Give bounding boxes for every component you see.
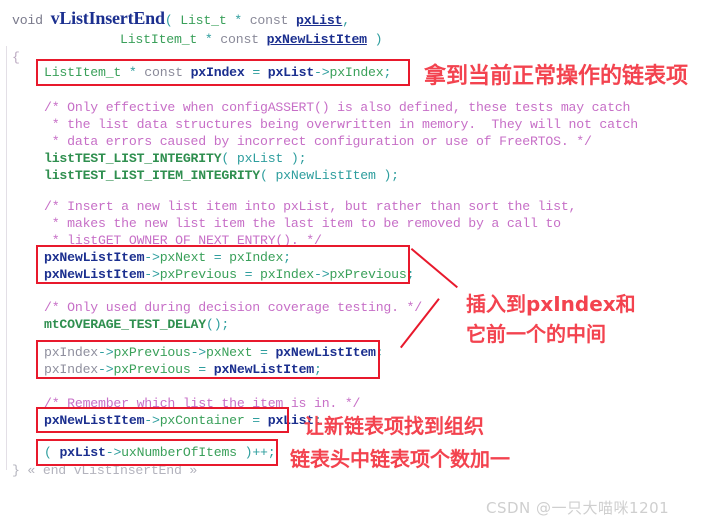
indent-guide-line [6,46,7,470]
keyword-const: const [249,13,289,28]
param-pxnewlistitem: pxNewListItem [266,32,367,47]
keyword-void: void [12,13,43,28]
type-listitem-t: ListItem_t [120,32,198,47]
comment-insert-2: * makes the new list item the last item … [44,216,561,231]
star-op-2: * [204,32,213,47]
paren-close-4: ); [383,168,399,183]
paren-close: ) [374,32,383,47]
annotation-get-current-item: 拿到当前正常操作的链表项 [424,64,689,89]
leader-line-upper [410,248,458,289]
arg-pxlist: pxList [236,151,284,166]
paren-empty: (); [206,317,230,332]
highlight-box-increment [36,439,278,466]
watermark-csdn: CSDN @一只大喵咪1201 [486,499,670,517]
param-pxlist: pxList [296,13,343,28]
brace-open: { [12,50,20,65]
star-op: * [234,13,242,28]
paren-open-3: ( [221,151,230,166]
comma: , [342,13,351,28]
code-line-open-brace: { [12,50,20,66]
highlight-box-get-index [36,59,410,86]
annotation-insert-between-2: 它前一个的中间 [466,322,606,346]
paren-close-3: ); [290,151,307,166]
code-line-test-item-integrity: listTEST_LIST_ITEM_INTEGRITY( pxNewListI… [44,168,399,184]
macro-coverage-test-delay: mtCOVERAGE_TEST_DELAY [44,317,206,332]
comment-configassert-1: /* Only effective when configASSERT() is… [44,100,631,115]
annotation-increment-count: 链表头中链表项个数加一 [290,447,510,471]
code-line-coverage-delay: mtCOVERAGE_TEST_DELAY(); [44,317,229,333]
annotation-insert-between-1: 插入到pxIndex和 [466,292,636,316]
type-list-t: List_t [180,13,227,28]
keyword-const-2: const [220,32,259,47]
paren-open: ( [164,13,173,28]
annotation-find-organization: 让新链表项找到组织 [304,414,484,438]
function-name: vListInsertEnd [50,8,165,28]
highlight-box-set-container [36,407,289,433]
highlight-box-relink-prev [36,340,380,379]
paren-open-4: ( [260,168,268,183]
macro-test-item-integrity: listTEST_LIST_ITEM_INTEGRITY [44,168,260,183]
code-editor-canvas: void vListInsertEnd( List_t * const pxLi… [0,0,715,528]
highlight-box-link-new-item [36,245,410,284]
code-line-test-list-integrity: listTEST_LIST_INTEGRITY( pxList ); [44,151,307,167]
macro-test-list-integrity: listTEST_LIST_INTEGRITY [44,151,222,166]
code-line-signature-2: ListItem_t * const pxNewListItem ) [12,32,383,48]
arg-pxnewlistitem: pxNewListItem [275,168,376,183]
code-line-signature-1: void vListInsertEnd( List_t * const pxLi… [12,8,351,29]
comment-coverage: /* Only used during decision coverage te… [44,300,422,315]
comment-configassert-2: * the list data structures being overwri… [44,117,638,132]
comment-configassert-3: * data errors caused by incorrect config… [44,134,592,149]
comment-insert-1: /* Insert a new list item into pxList, b… [44,199,577,214]
